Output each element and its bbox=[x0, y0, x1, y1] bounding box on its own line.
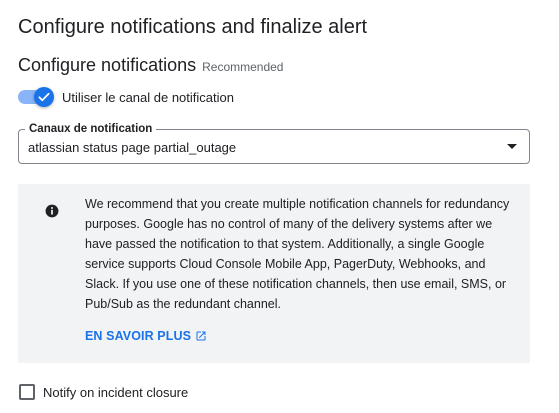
notification-channels-value: atlassian status page partial_outage bbox=[28, 140, 237, 155]
info-icon bbox=[45, 204, 59, 218]
notification-channels-label: Canaux de notification bbox=[25, 122, 157, 136]
incident-closure-row: Notify on incident closure bbox=[18, 383, 188, 401]
notification-channel-toggle-label: Utiliser le canal de notification bbox=[62, 89, 234, 105]
section-header: Configure notifications Recommended bbox=[18, 54, 283, 76]
toggle-thumb bbox=[34, 87, 54, 107]
notification-channels-select[interactable]: Canaux de notification atlassian status … bbox=[18, 122, 530, 164]
redundancy-info-box: We recommend that you create multiple no… bbox=[18, 184, 530, 363]
incident-closure-label: Notify on incident closure bbox=[43, 384, 189, 400]
page-title: Configure notifications and finalize ale… bbox=[18, 16, 368, 38]
learn-more-link[interactable]: EN SAVOIR PLUS bbox=[85, 329, 207, 343]
incident-closure-checkbox[interactable] bbox=[19, 384, 35, 400]
notification-channel-toggle[interactable] bbox=[18, 87, 54, 107]
dropdown-arrow-icon bbox=[507, 144, 517, 149]
notification-channel-toggle-row: Utiliser le canal de notification bbox=[18, 87, 234, 107]
section-title: Configure notifications bbox=[18, 55, 197, 75]
learn-more-label: EN SAVOIR PLUS bbox=[85, 329, 192, 343]
open-in-new-icon bbox=[196, 331, 206, 341]
info-text: We recommend that you create multiple no… bbox=[85, 197, 510, 311]
recommended-badge: Recommended bbox=[202, 60, 284, 74]
check-icon bbox=[38, 92, 50, 102]
